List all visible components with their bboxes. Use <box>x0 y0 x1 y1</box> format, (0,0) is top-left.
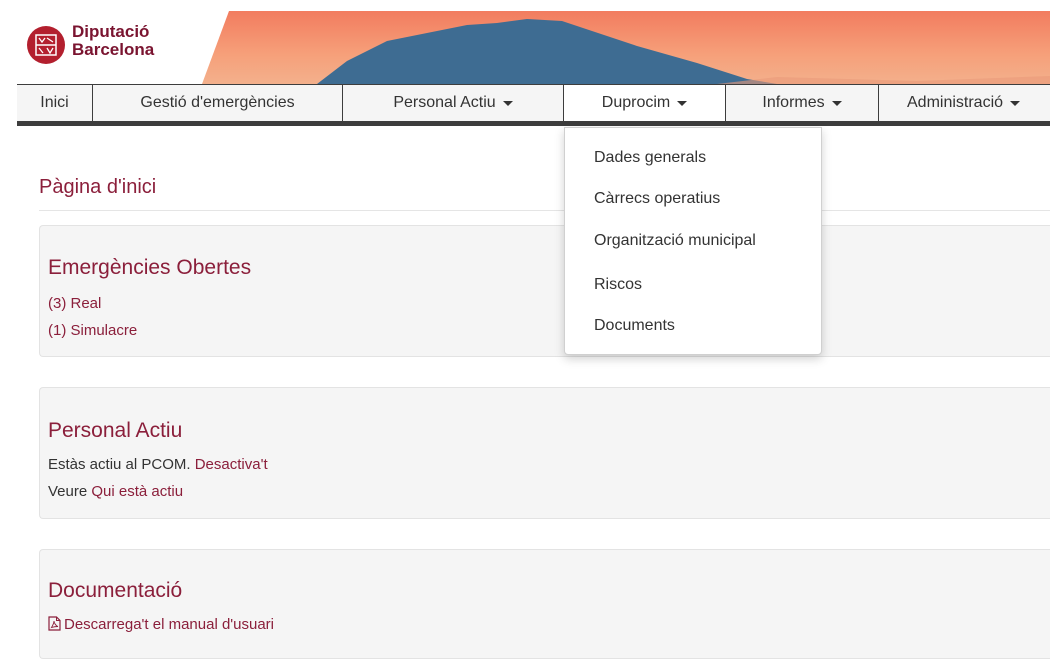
nav-label: Personal Actiu <box>393 94 496 111</box>
logo-area[interactable]: Diputació Barcelona <box>17 11 229 84</box>
menu-item-documents[interactable]: Documents <box>594 317 675 335</box>
brand-line-1: Diputació <box>72 22 150 41</box>
main-navbar: Inici Gestió d'emergències Personal Acti… <box>17 84 1050 126</box>
nav-label: Inici <box>40 94 69 111</box>
who-active-line: Veure Qui està actiu <box>48 483 183 500</box>
brand-name: Diputació Barcelona <box>72 23 154 59</box>
who-active-link[interactable]: Qui està actiu <box>91 483 183 500</box>
emergencies-title: Emergències Obertes <box>48 256 252 279</box>
nav-label: Informes <box>762 94 825 111</box>
nav-label: Gestió d'emergències <box>140 94 295 111</box>
nav-administracio[interactable]: Administració <box>879 85 1050 121</box>
nav-duprocim[interactable]: Duprocim <box>564 85 726 121</box>
brand-line-2: Barcelona <box>72 40 155 59</box>
menu-item-carrecs-operatius[interactable]: Càrrecs operatius <box>594 190 720 208</box>
deactivate-link[interactable]: Desactiva't <box>195 456 268 473</box>
personal-actiu-panel: Personal Actiu Estàs actiu al PCOM. Desa… <box>39 387 1050 519</box>
documentacio-title: Documentació <box>48 579 183 602</box>
diputacio-logo-icon <box>27 26 65 64</box>
caret-down-icon <box>677 100 688 106</box>
nav-label: Duprocim <box>601 94 671 111</box>
pdf-file-icon <box>48 616 61 631</box>
nav-label: Administració <box>907 94 1004 111</box>
real-emergencies-link[interactable]: (3) Real <box>48 295 101 312</box>
simulacre-emergencies-link[interactable]: (1) Simulacre <box>48 322 137 339</box>
site-header: Diputació Barcelona <box>17 11 1050 84</box>
page-title: Pàgina d'inici <box>39 176 157 198</box>
nav-informes[interactable]: Informes <box>726 85 879 121</box>
nav-personal-actiu[interactable]: Personal Actiu <box>343 85 564 121</box>
top-strip <box>0 0 1050 11</box>
download-manual-text: Descarrega't el manual d'usuari <box>64 616 274 633</box>
emergencies-panel: Emergències Obertes (3) Real (1) Simulac… <box>39 225 1050 357</box>
active-status-line: Estàs actiu al PCOM. Desactiva't <box>48 456 268 473</box>
title-divider <box>39 210 1050 211</box>
caret-down-icon <box>1010 100 1021 106</box>
nav-gestio-emergencies[interactable]: Gestió d'emergències <box>93 85 343 121</box>
see-prefix-text: Veure <box>48 483 88 500</box>
menu-item-organitzacio-municipal[interactable]: Organització municipal <box>594 232 756 250</box>
active-status-text: Estàs actiu al PCOM. <box>48 456 191 473</box>
caret-down-icon <box>831 100 842 106</box>
nav-inici[interactable]: Inici <box>17 85 93 121</box>
menu-item-dades-generals[interactable]: Dades generals <box>594 149 706 167</box>
menu-item-riscos[interactable]: Riscos <box>594 276 642 294</box>
personal-actiu-title: Personal Actiu <box>48 419 183 442</box>
caret-down-icon <box>502 100 513 106</box>
download-manual-link[interactable]: Descarrega't el manual d'usuari <box>48 616 274 633</box>
duprocim-dropdown-menu: Dades generals Càrrecs operatius Organit… <box>564 127 822 355</box>
